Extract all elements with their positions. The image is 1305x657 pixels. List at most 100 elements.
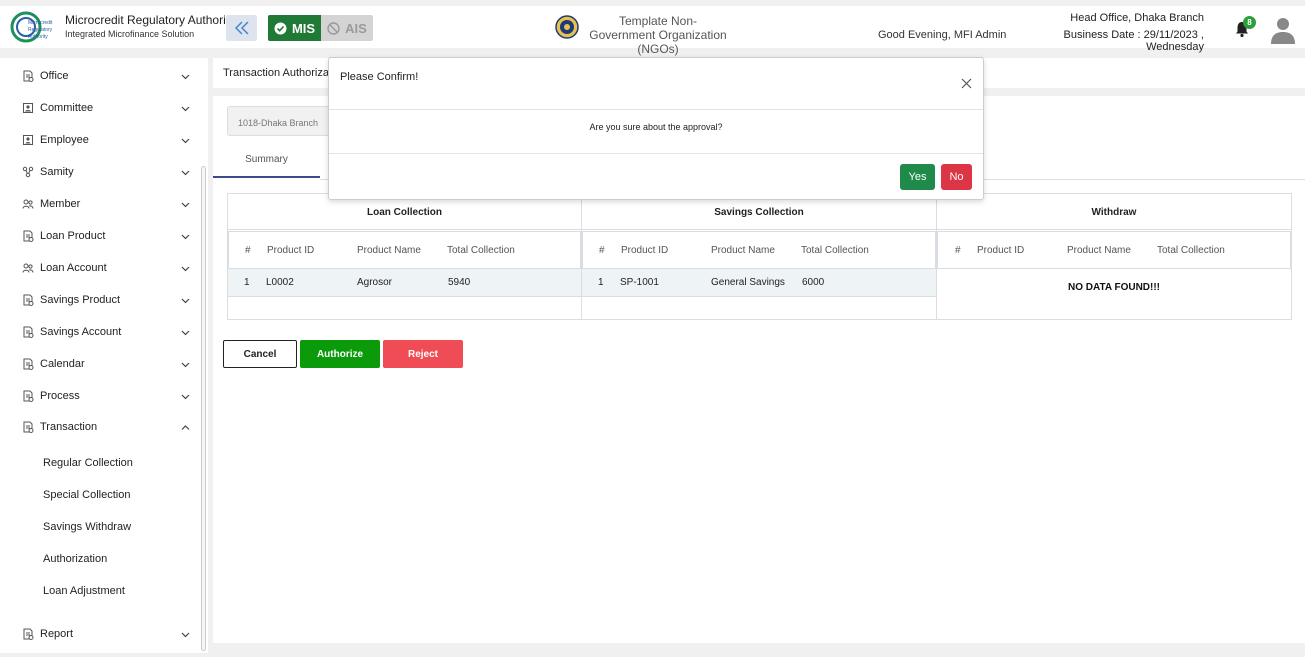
authorize-button[interactable]: Authorize <box>300 340 380 368</box>
government-seal-icon <box>555 15 579 39</box>
sidebar-item-label: Office <box>40 70 69 82</box>
sidebar-subitem-authorization[interactable]: Authorization <box>43 553 107 565</box>
col-index: # <box>245 245 251 256</box>
col-total-collection: Total Collection <box>801 245 869 256</box>
sidebar-item-savings-account[interactable]: Savings Account <box>22 322 192 342</box>
user-avatar-icon[interactable] <box>1270 16 1296 44</box>
cell-total-collection: 5940 <box>448 277 471 288</box>
chevron-down-icon <box>181 74 190 80</box>
sidebar-scrollbar[interactable] <box>201 166 206 651</box>
authorization-summary-grid: Loan Collection # Product ID Product Nam… <box>227 193 1292 320</box>
members-icon <box>22 263 34 273</box>
chevron-down-icon <box>181 632 190 638</box>
chevron-down-icon <box>181 170 190 176</box>
no-button[interactable]: No <box>941 164 972 190</box>
sidebar-item-member[interactable]: Member <box>22 194 192 214</box>
cell-index: 1 <box>598 277 604 288</box>
savings-collection-section: Savings Collection # Product ID Product … <box>582 194 937 319</box>
col-index: # <box>599 245 605 256</box>
sidebar-item-savings-product[interactable]: Savings Product <box>22 290 192 310</box>
sidebar-item-label: Member <box>40 198 81 210</box>
network-icon <box>22 166 34 178</box>
app-header: Microcredit Regulatory Authority Microcr… <box>0 6 1305 56</box>
mis-mode-button[interactable]: MIS <box>268 15 321 41</box>
office-branch: Head Office, Dhaka Branch <box>1070 12 1204 24</box>
cell-product-name: General Savings <box>711 277 785 288</box>
svg-text:Regulatory: Regulatory <box>28 27 53 33</box>
chevron-down-icon <box>181 330 190 336</box>
collapse-sidebar-button[interactable] <box>226 15 257 41</box>
sidebar-item-label: Loan Account <box>40 262 107 274</box>
dialog-divider-bottom <box>329 153 983 154</box>
sidebar-item-label: Process <box>40 390 80 402</box>
cell-product-id: SP-1001 <box>620 277 659 288</box>
sidebar-subitem-regular-collection[interactable]: Regular Collection <box>43 457 133 469</box>
chevron-down-icon <box>181 138 190 144</box>
withdraw-table-header: # Product ID Product Name Total Collecti… <box>937 231 1291 269</box>
loan-collection-section: Loan Collection # Product ID Product Nam… <box>228 194 582 319</box>
mra-logo-icon: Microcredit Regulatory Authority <box>10 11 53 43</box>
cancel-button[interactable]: Cancel <box>223 340 297 368</box>
col-total-collection: Total Collection <box>447 245 515 256</box>
yes-button[interactable]: Yes <box>900 164 935 190</box>
document-icon <box>23 326 34 338</box>
col-product-id: Product ID <box>621 245 669 256</box>
chevron-down-icon <box>181 106 190 112</box>
sidebar-item-samity[interactable]: Samity <box>22 162 192 182</box>
sidebar-subitem-loan-adjustment[interactable]: Loan Adjustment <box>43 585 125 597</box>
sidebar-item-office[interactable]: Office <box>22 66 192 86</box>
sidebar: Office Committee Employee Samity Member Loan … <box>0 58 208 653</box>
cell-product-name: Agrosor <box>357 277 393 288</box>
ais-label: AIS <box>345 20 367 36</box>
document-icon <box>23 70 34 82</box>
document-icon <box>23 390 34 402</box>
sidebar-subitem-special-collection[interactable]: Special Collection <box>43 489 130 501</box>
document-icon <box>23 294 34 306</box>
check-circle-icon <box>274 22 287 34</box>
sidebar-item-loan-product[interactable]: Loan Product <box>22 226 192 246</box>
sidebar-item-loan-account[interactable]: Loan Account <box>22 258 192 278</box>
reject-button[interactable]: Reject <box>383 340 463 368</box>
table-row: 1 L0002 Agrosor 5940 <box>228 269 581 297</box>
withdraw-section: Withdraw # Product ID Product Name Total… <box>937 194 1291 319</box>
sidebar-item-report[interactable]: Report <box>22 624 192 644</box>
chevron-down-icon <box>181 298 190 304</box>
chevron-up-icon <box>181 425 190 430</box>
sidebar-item-label: Savings Account <box>40 326 122 338</box>
sidebar-item-committee[interactable]: Committee <box>22 98 192 118</box>
sidebar-item-calendar[interactable]: Calendar <box>22 354 192 374</box>
close-icon[interactable] <box>961 78 972 89</box>
mis-label: MIS <box>291 20 316 36</box>
cell-product-id: L0002 <box>266 277 294 288</box>
svg-text:Microcredit: Microcredit <box>28 20 53 26</box>
sidebar-item-label: Samity <box>40 166 74 178</box>
sidebar-item-employee[interactable]: Employee <box>22 130 192 150</box>
confirm-dialog: Please Confirm! Are you sure about the a… <box>328 57 984 200</box>
document-icon <box>23 358 34 370</box>
sidebar-subitem-savings-withdraw[interactable]: Savings Withdraw <box>43 521 131 533</box>
tab-summary[interactable]: Summary <box>213 154 320 178</box>
double-chevron-left-icon <box>234 21 249 35</box>
sidebar-item-process[interactable]: Process <box>22 386 192 406</box>
col-product-name: Product Name <box>1067 245 1131 256</box>
savings-table-header: # Product ID Product Name Total Collecti… <box>582 231 936 269</box>
chevron-down-icon <box>181 234 190 240</box>
sidebar-item-label: Committee <box>40 102 94 114</box>
table-row: 1 SP-1001 General Savings 6000 <box>582 269 936 297</box>
col-product-name: Product Name <box>357 245 421 256</box>
business-date: Business Date : 29/11/2023 , Wednesday <box>1063 29 1204 53</box>
withdraw-title: Withdraw <box>937 194 1291 230</box>
sidebar-item-label: Savings Product <box>40 294 121 306</box>
ais-mode-button[interactable]: AIS <box>321 15 373 41</box>
members-icon <box>22 199 34 209</box>
cell-total-collection: 6000 <box>802 277 825 288</box>
col-product-id: Product ID <box>977 245 1025 256</box>
dialog-message: Are you sure about the approval? <box>589 122 723 132</box>
col-total-collection: Total Collection <box>1157 245 1225 256</box>
brand-subtitle: Integrated Microfinance Solution <box>65 29 195 39</box>
chevron-down-icon <box>181 362 190 368</box>
no-data-message: NO DATA FOUND!!! <box>1067 282 1161 293</box>
organization-name: Template Non-Government Organization (NG… <box>589 14 727 56</box>
branch-select[interactable]: 1018-Dhaka Branch <box>227 106 331 136</box>
sidebar-item-transaction[interactable]: Transaction <box>22 417 192 437</box>
